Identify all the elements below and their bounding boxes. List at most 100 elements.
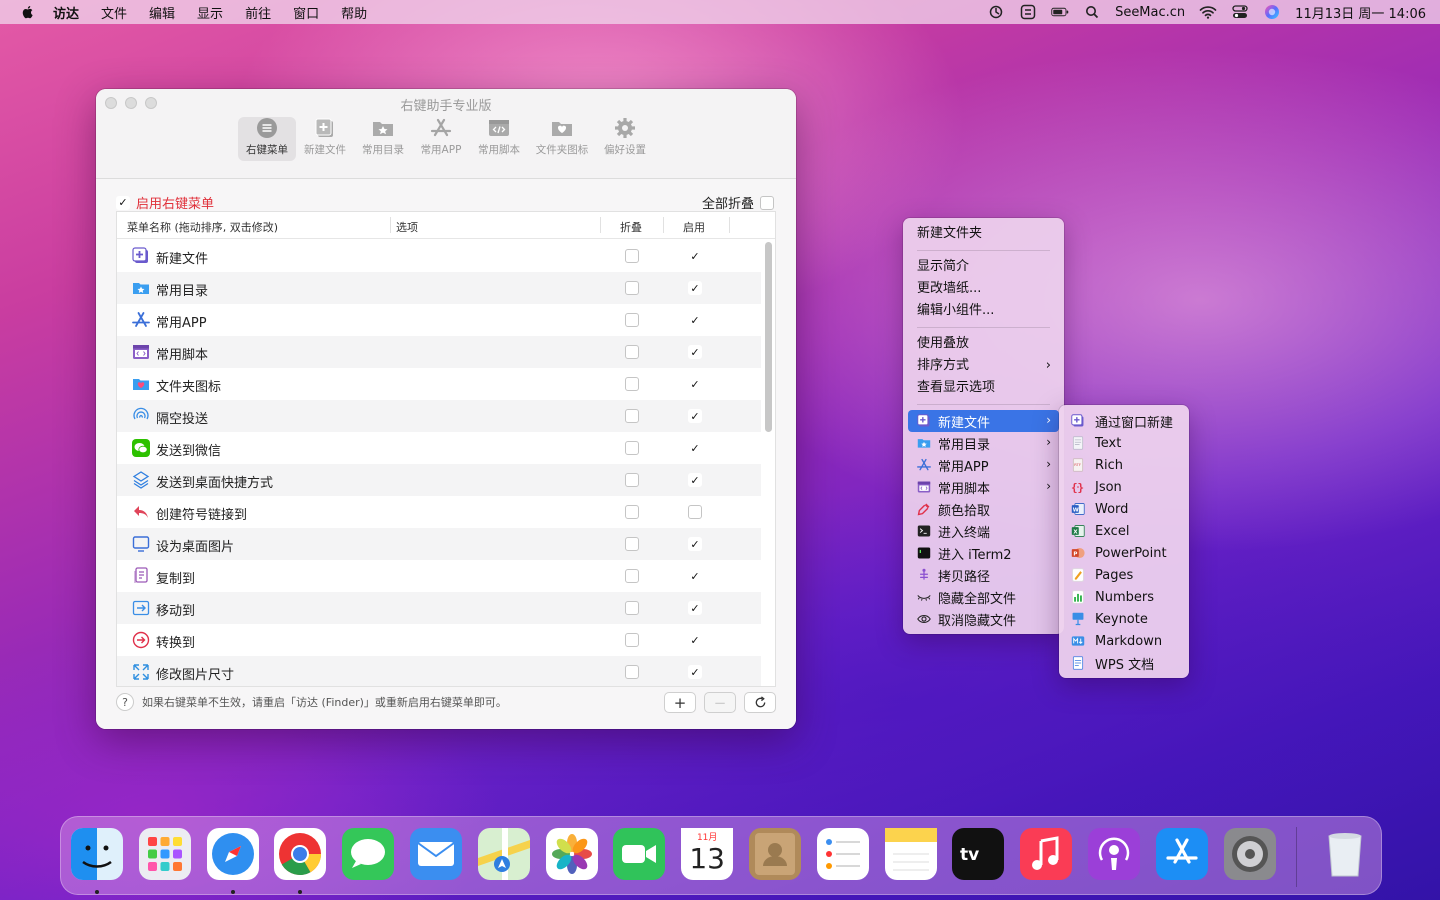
table-row[interactable]: 常用脚本 ✓ [117,336,761,368]
menu-item-tool[interactable]: 进入终端 [908,520,1059,542]
submenu-item[interactable]: X Excel [1071,520,1129,542]
appstore-icon[interactable] [1155,828,1208,880]
fold-checkbox[interactable] [625,473,639,487]
table-row[interactable]: 隔空投送 ✓ [117,400,761,432]
enable-checkbox[interactable]: ✓ [116,195,130,210]
fold-all-checkbox[interactable] [760,195,774,210]
column-name[interactable]: 菜单名称 (拖动排序, 双击修改) [127,219,278,235]
tab-new-file[interactable]: 新建文件 [296,117,354,161]
menu-item-use-stacks[interactable]: 使用叠放 [917,334,969,354]
calendar-icon[interactable]: 11月 13 [681,828,734,880]
menubar-site-label[interactable]: SeeMac.cn [1115,5,1185,20]
table-row[interactable]: 常用APP ✓ [117,304,761,336]
submenu-item[interactable]: Numbers [1071,586,1154,608]
table-row[interactable]: 新建文件 ✓ [117,240,761,272]
spotlight-search-icon[interactable] [1083,4,1101,20]
fold-checkbox[interactable] [625,569,639,583]
maps-icon[interactable] [477,828,530,880]
menu-window[interactable]: 窗口 [282,3,330,22]
fold-checkbox[interactable] [625,633,639,647]
table-row[interactable]: 创建符号链接到 [117,496,761,528]
table-row[interactable]: 复制到 ✓ [117,560,761,592]
submenu-item[interactable]: Keynote [1071,608,1148,630]
enable-row-checkbox[interactable]: ✓ [688,281,702,295]
help-button[interactable]: ? [116,693,134,711]
messages-icon[interactable] [342,828,395,880]
siri-icon[interactable] [1263,4,1281,20]
trash-icon[interactable] [1319,828,1371,880]
tab-common-app[interactable]: 常用APP [412,117,470,161]
menu-item-sort-by[interactable]: 排序方式 › [917,356,1051,376]
menu-item-new-folder[interactable]: 新建文件夹 [917,224,982,244]
tab-common-scripts[interactable]: 常用脚本 [470,117,528,161]
enable-row-checkbox[interactable]: ✓ [688,377,702,391]
enable-context-menu[interactable]: ✓ 启用右键菜单 [116,193,214,212]
menu-item-change-wallpaper[interactable]: 更改墙纸... [917,279,981,299]
contacts-icon[interactable] [749,828,801,880]
add-item-button[interactable]: + [664,692,696,713]
enable-row-checkbox[interactable]: ✓ [688,249,702,263]
enable-row-checkbox[interactable]: ✓ [688,345,702,359]
fold-all[interactable]: 全部折叠 [702,193,774,212]
fold-checkbox[interactable] [625,601,639,615]
enable-row-checkbox[interactable]: ✓ [688,601,702,615]
menubar-datetime[interactable]: 11月13日 周一 14:06 [1295,3,1426,22]
launchpad-icon[interactable] [138,828,191,880]
tab-context-menu[interactable]: 右键菜单 [238,117,296,161]
enable-row-checkbox[interactable]: ✓ [688,473,702,487]
fold-checkbox[interactable] [625,505,639,519]
enable-row-checkbox[interactable]: ✓ [688,633,702,647]
table-row[interactable]: 发送到桌面快捷方式 ✓ [117,464,761,496]
reset-button[interactable] [744,692,776,713]
fold-checkbox[interactable] [625,537,639,551]
submenu-item[interactable]: Text [1071,432,1121,454]
enable-row-checkbox[interactable]: ✓ [688,441,702,455]
apple-icon[interactable] [20,4,36,20]
table-row[interactable]: 发送到微信 ✓ [117,432,761,464]
finder-icon[interactable] [71,828,123,880]
menu-view[interactable]: 显示 [186,3,234,22]
enable-row-checkbox[interactable] [688,505,702,519]
menu-item-view-options[interactable]: 查看显示选项 [917,378,995,398]
menu-item-tool[interactable]: 取消隐藏文件 [908,608,1059,630]
submenu-item[interactable]: WPS 文档 [1071,652,1154,674]
battery-icon[interactable] [1051,4,1069,20]
tab-preferences[interactable]: 偏好设置 [596,117,654,161]
tab-folder-icons[interactable]: 文件夹图标 [528,117,596,161]
fold-checkbox[interactable] [625,345,639,359]
submenu-item[interactable]: 通过窗口新建 [1071,410,1173,432]
wifi-icon[interactable] [1199,4,1217,20]
table-row[interactable]: 移动到 ✓ [117,592,761,624]
enable-row-checkbox[interactable]: ✓ [688,665,702,679]
notes-icon[interactable] [884,828,937,880]
menu-item-tool[interactable]: 拷贝路径 [908,564,1059,586]
photos-icon[interactable] [545,828,598,880]
submenu-item[interactable]: W Word [1071,498,1128,520]
enable-row-checkbox[interactable]: ✓ [688,569,702,583]
menu-item-tool[interactable]: 常用脚本 › [908,476,1059,498]
fold-checkbox[interactable] [625,665,639,679]
menu-app-finder[interactable]: 访达 [42,3,90,22]
submenu-item[interactable]: P PowerPoint [1071,542,1167,564]
table-row[interactable]: 转换到 ✓ [117,624,761,656]
table-row[interactable]: 修改图片尺寸 ✓ [117,656,761,686]
fold-checkbox[interactable] [625,249,639,263]
menu-item-get-info[interactable]: 显示简介 [917,257,969,277]
control-center-icon[interactable] [1231,4,1249,20]
menu-go[interactable]: 前往 [234,3,282,22]
fold-checkbox[interactable] [625,409,639,423]
table-row[interactable]: 文件夹图标 ✓ [117,368,761,400]
tab-common-folders[interactable]: 常用目录 [354,117,412,161]
mail-icon[interactable] [410,828,462,880]
safari-icon[interactable] [206,828,259,880]
fold-checkbox[interactable] [625,313,639,327]
column-fold[interactable]: 折叠 [620,219,642,235]
submenu-item[interactable]: {} Json [1071,476,1122,498]
fold-checkbox[interactable] [625,377,639,391]
menu-item-tool[interactable]: 新建文件 › [908,410,1059,432]
menu-item-tool[interactable]: 常用APP › [908,454,1059,476]
fold-checkbox[interactable] [625,441,639,455]
menu-item-tool[interactable]: 隐藏全部文件 [908,586,1059,608]
menu-item-tool[interactable]: 常用目录 › [908,432,1059,454]
music-icon[interactable] [1020,828,1073,880]
